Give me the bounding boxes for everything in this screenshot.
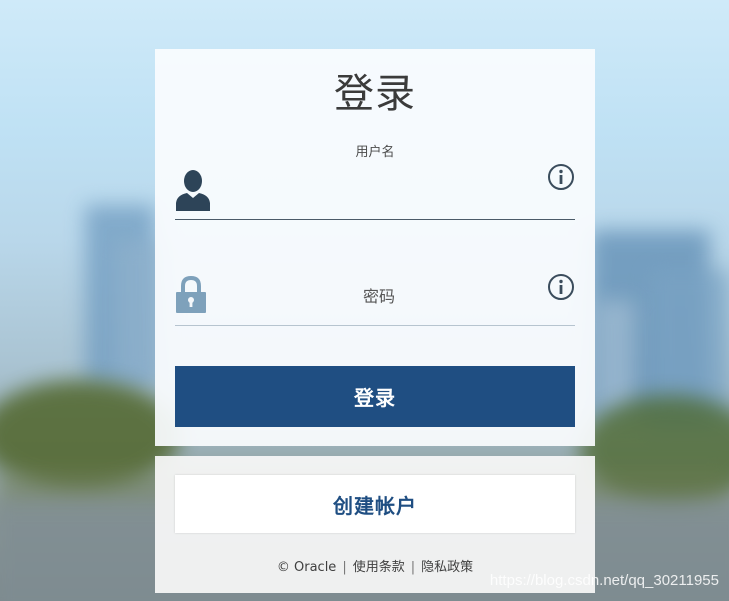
privacy-link[interactable]: 隐私政策: [421, 560, 473, 575]
username-input[interactable]: [219, 177, 539, 207]
copyright-text: © Oracle: [276, 560, 337, 575]
lock-icon: [175, 275, 207, 319]
user-icon: [175, 167, 211, 215]
password-info-icon[interactable]: [547, 273, 575, 305]
username-label: 用户名: [355, 145, 395, 160]
terms-link[interactable]: 使用条款: [353, 560, 405, 575]
footer-separator: |: [342, 560, 347, 575]
username-field: [175, 159, 575, 220]
password-input[interactable]: [219, 281, 539, 311]
page-title: 登录: [334, 71, 416, 117]
watermark-text: https://blog.csdn.net/qq_30211955: [489, 572, 719, 589]
username-info-icon[interactable]: [547, 163, 575, 195]
create-account-button[interactable]: 创建帐户: [175, 475, 575, 533]
login-panel: 登录 用户名 登录: [155, 49, 595, 446]
password-field: [175, 269, 575, 326]
footer-separator: |: [410, 560, 416, 575]
login-button[interactable]: 登录: [175, 366, 575, 427]
